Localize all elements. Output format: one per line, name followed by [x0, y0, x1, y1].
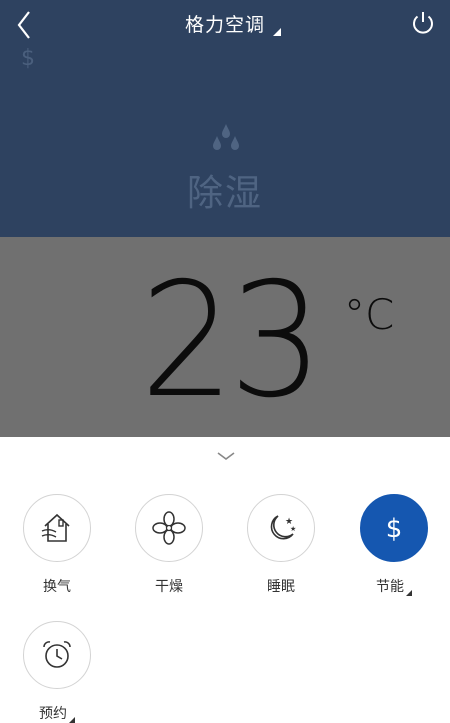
function-schedule[interactable]: 预约	[12, 621, 102, 723]
power-button[interactable]	[408, 8, 438, 38]
svg-text:$: $	[386, 514, 403, 544]
energy-label: 节能	[376, 579, 404, 595]
house-air-icon	[41, 513, 70, 542]
function-ventilation[interactable]: 换气	[12, 494, 102, 596]
function-energy[interactable]: $ 节能	[349, 494, 439, 596]
title-caret-icon[interactable]	[273, 28, 281, 36]
power-icon	[413, 12, 433, 34]
page-title[interactable]: 格力空调	[0, 10, 450, 37]
energy-caret-icon[interactable]	[406, 590, 412, 596]
moon-stars-icon: ★ ★	[270, 515, 296, 540]
schedule-button[interactable]	[23, 621, 91, 689]
mode-label: 除湿	[186, 173, 263, 214]
svg-text:★: ★	[290, 525, 296, 533]
ventilation-button[interactable]	[23, 494, 91, 562]
collapse-button[interactable]	[212, 447, 240, 465]
sleep-button[interactable]: ★ ★	[247, 494, 315, 562]
dollar-icon: $	[386, 514, 403, 544]
function-sleep[interactable]: ★ ★ 睡眠	[236, 494, 326, 596]
energy-button[interactable]: $	[360, 494, 428, 562]
chevron-down-icon	[217, 452, 235, 460]
fan-icon	[152, 511, 186, 545]
water-drops-icon	[213, 124, 239, 150]
eco-indicator-icon: $	[21, 46, 35, 71]
function-label: 干燥	[155, 579, 183, 595]
dry-button[interactable]	[135, 494, 203, 562]
alarm-clock-icon	[43, 641, 71, 668]
function-dry[interactable]: 干燥	[124, 494, 214, 596]
temperature-unit: °C	[344, 290, 395, 339]
function-label: 睡眠	[267, 579, 295, 595]
function-label: 换气	[43, 579, 71, 595]
temperature-value: 23	[140, 249, 323, 433]
schedule-caret-icon[interactable]	[69, 717, 75, 723]
function-label: 节能	[349, 576, 439, 596]
function-label: 预约	[12, 703, 102, 723]
